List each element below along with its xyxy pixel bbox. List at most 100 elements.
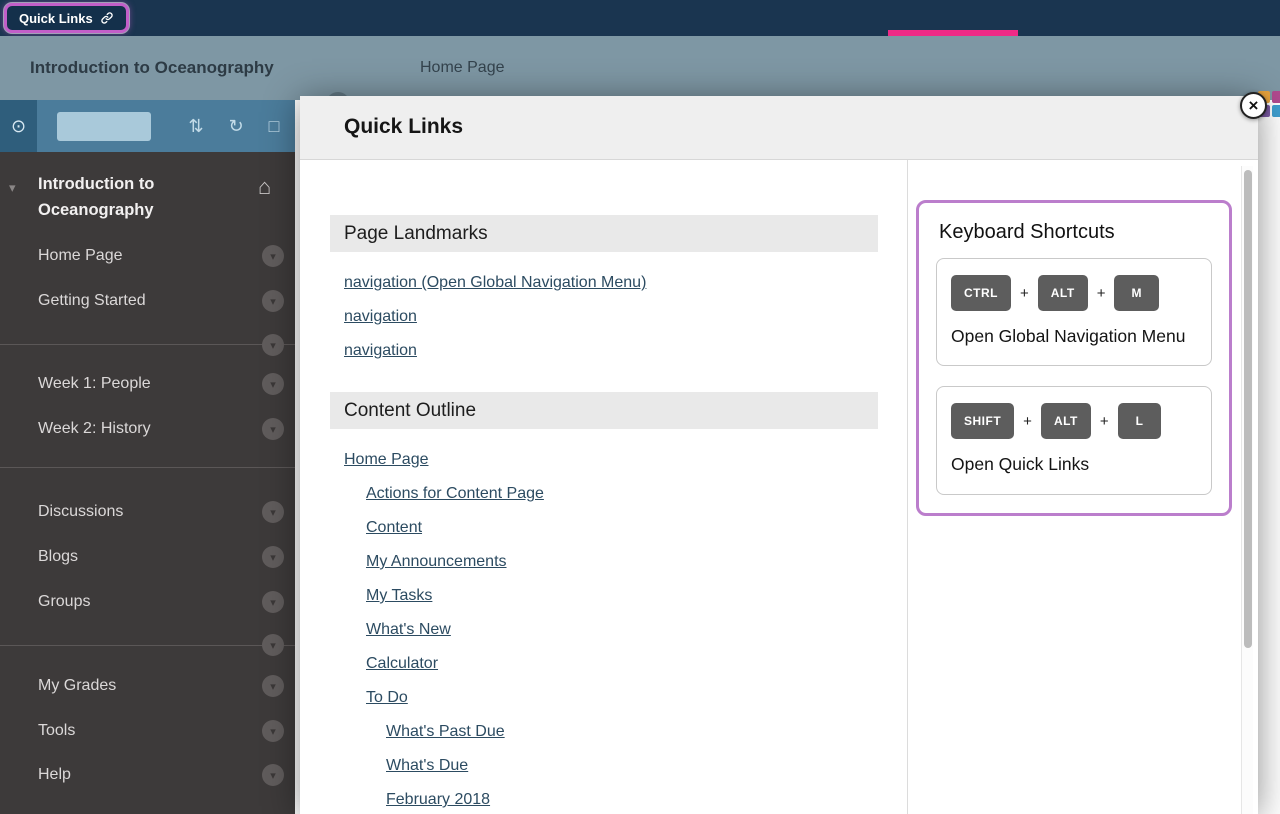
keycap: CTRL	[951, 275, 1011, 311]
close-icon[interactable]: ×	[1240, 92, 1267, 119]
outline-link[interactable]: Content	[366, 511, 422, 545]
keycap: M	[1114, 275, 1159, 311]
sidebar-item-label: Discussions	[38, 503, 123, 521]
content-outline-links: Home Page Actions for Content Page Conte…	[330, 443, 878, 814]
sidebar-item-tools[interactable]: Tools ▾	[0, 709, 295, 753]
sidebar-item-week-2-history[interactable]: Week 2: History ▾	[0, 407, 295, 451]
sidebar-item-getting-started[interactable]: Getting Started ▾	[0, 279, 295, 323]
chevron-down-icon[interactable]: ▾	[262, 501, 284, 523]
modal-scrollbar[interactable]	[1241, 166, 1253, 814]
quick-links-button[interactable]: Quick Links	[4, 3, 129, 33]
keyboard-shortcuts-heading: Keyboard Shortcuts	[939, 221, 1212, 244]
outline-link[interactable]: My Tasks	[366, 579, 432, 613]
course-menu-sidebar: ⊙ ⇅ ↻ □ ▾ Introduction to Oceanography ⌂…	[0, 100, 295, 814]
divider-chevron-down-icon[interactable]: ▾	[262, 634, 284, 656]
sidebar-item-label: Tools	[38, 722, 75, 740]
page-landmarks-heading: Page Landmarks	[330, 215, 878, 252]
chevron-down-icon[interactable]: ▾	[262, 764, 284, 786]
sidebar-course-title[interactable]: Introduction to Oceanography	[38, 172, 233, 223]
page-title: Home Page	[420, 36, 505, 100]
modal-title: Quick Links	[300, 96, 1258, 158]
outline-link[interactable]: Actions for Content Page	[366, 477, 544, 511]
sidebar-item-discussions[interactable]: Discussions ▾	[0, 490, 295, 534]
view-toggle-icon[interactable]: ⊙	[0, 100, 37, 152]
shortcut-card: SHIFT + ALT + L Open Quick Links	[936, 386, 1212, 494]
sidebar-item-label: Week 2: History	[38, 420, 151, 438]
chevron-down-icon[interactable]: ▾	[262, 675, 284, 697]
sidebar-item-label: Help	[38, 766, 71, 784]
outline-link[interactable]: What's Past Due	[386, 715, 505, 749]
chevron-down-icon[interactable]: ▾	[262, 373, 284, 395]
sidebar-item-my-grades[interactable]: My Grades ▾	[0, 664, 295, 708]
menu-divider	[0, 344, 295, 345]
outline-link[interactable]: What's Due	[386, 749, 468, 783]
landmark-link[interactable]: navigation	[344, 300, 417, 334]
sidebar-item-label: Groups	[38, 593, 90, 611]
plus-separator: +	[1100, 413, 1109, 430]
keyboard-shortcuts-panel: Keyboard Shortcuts CTRL + ALT + M Open G…	[916, 200, 1232, 516]
reorder-icon[interactable]: ⇅	[180, 100, 212, 152]
menu-divider	[0, 467, 295, 468]
target-glyph: ⊙	[11, 116, 26, 137]
column-divider	[907, 160, 908, 814]
collapse-chevron-icon[interactable]: ▾	[9, 180, 16, 196]
outline-link[interactable]: What's New	[366, 613, 451, 647]
sidebar-item-week-1-people[interactable]: Week 1: People ▾	[0, 362, 295, 406]
popout-window-icon[interactable]: □	[258, 100, 290, 152]
keycap: L	[1118, 403, 1162, 439]
sidebar-item-label: Week 1: People	[38, 375, 151, 393]
sidebar-item-groups[interactable]: Groups ▾	[0, 580, 295, 624]
outline-link[interactable]: My Announcements	[366, 545, 507, 579]
landmark-link[interactable]: navigation (Open Global Navigation Menu)	[344, 266, 646, 300]
chevron-down-icon[interactable]: ▾	[262, 720, 284, 742]
sidebar-item-label: My Grades	[38, 677, 116, 695]
landmark-link[interactable]: navigation	[344, 334, 417, 368]
window-glyph: □	[269, 116, 280, 137]
menu-style-button[interactable]	[57, 112, 151, 141]
chevron-down-icon[interactable]: ▾	[262, 418, 284, 440]
chevron-down-icon[interactable]: ▾	[262, 546, 284, 568]
sidebar-item-help[interactable]: Help ▾	[0, 753, 295, 797]
menu-divider	[0, 645, 295, 646]
outline-link[interactable]: February 2018	[386, 783, 490, 814]
plus-separator: +	[1023, 413, 1032, 430]
keycap: ALT	[1041, 403, 1091, 439]
divider-chevron-down-icon[interactable]: ▾	[262, 334, 284, 356]
quick-links-modal: Quick Links Page Landmarks navigation (O…	[300, 96, 1258, 814]
shortcut-keys: CTRL + ALT + M	[951, 275, 1197, 311]
sidebar-item-home-page[interactable]: Home Page ▾	[0, 234, 295, 278]
refresh-glyph: ↻	[228, 116, 243, 137]
top-bar: Quick Links	[0, 0, 1280, 36]
scrollbar-thumb[interactable]	[1244, 170, 1252, 648]
close-glyph: ×	[1249, 96, 1259, 116]
sidebar-item-label: Home Page	[38, 247, 123, 265]
modal-left-column: Page Landmarks navigation (Open Global N…	[330, 215, 878, 814]
content-outline-heading: Content Outline	[330, 392, 878, 429]
quick-links-label: Quick Links	[19, 11, 93, 26]
shortcut-keys: SHIFT + ALT + L	[951, 403, 1197, 439]
course-title: Introduction to Oceanography	[30, 36, 274, 100]
sort-glyph: ⇅	[188, 116, 203, 137]
modal-header: Quick Links	[300, 96, 1258, 160]
home-icon[interactable]: ⌂	[258, 174, 271, 200]
refresh-icon[interactable]: ↻	[220, 100, 252, 152]
sidebar-item-blogs[interactable]: Blogs ▾	[0, 535, 295, 579]
outline-link[interactable]: Home Page	[344, 443, 429, 477]
shortcut-label: Open Quick Links	[951, 452, 1197, 477]
keycap: ALT	[1038, 275, 1088, 311]
course-menu-toolbar: ⊙ ⇅ ↻ □	[0, 100, 295, 152]
page-landmarks-links: navigation (Open Global Navigation Menu)…	[330, 266, 878, 368]
course-header: Introduction to Oceanography ▾ Home Page	[0, 36, 1280, 100]
sidebar-item-label: Blogs	[38, 548, 78, 566]
link-icon	[100, 11, 114, 25]
chevron-down-icon[interactable]: ▾	[262, 591, 284, 613]
keycap: SHIFT	[951, 403, 1014, 439]
outline-link[interactable]: To Do	[366, 681, 408, 715]
shortcut-label: Open Global Navigation Menu	[951, 324, 1197, 349]
outline-link[interactable]: Calculator	[366, 647, 438, 681]
shortcut-card: CTRL + ALT + M Open Global Navigation Me…	[936, 258, 1212, 366]
sidebar-item-label: Getting Started	[38, 292, 146, 310]
plus-separator: +	[1020, 285, 1029, 302]
chevron-down-icon[interactable]: ▾	[262, 290, 284, 312]
chevron-down-icon[interactable]: ▾	[262, 245, 284, 267]
